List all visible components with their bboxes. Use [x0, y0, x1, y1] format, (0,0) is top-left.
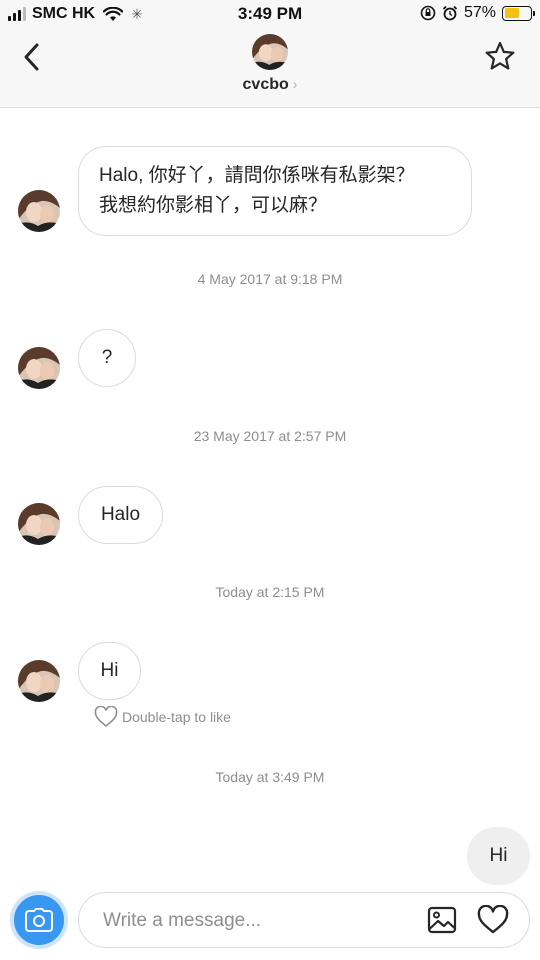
- battery-level: [504, 8, 519, 18]
- username-label[interactable]: cvcbo: [243, 76, 289, 93]
- conversation-header: cvcbo ›: [0, 28, 540, 108]
- star-icon[interactable]: [484, 40, 516, 72]
- profile-photo-icon: [18, 660, 60, 702]
- camera-icon: [25, 908, 53, 932]
- message-composer: [78, 892, 530, 948]
- heart-icon[interactable]: [477, 905, 509, 935]
- message-text: Hi: [100, 660, 119, 681]
- message-timestamp: 23 May 2017 at 2:57 PM: [193, 428, 347, 444]
- message-timestamp: Today at 2:15 PM: [215, 584, 325, 600]
- profile-photo-icon: [252, 34, 288, 70]
- status-right: 57%: [420, 4, 535, 22]
- back-chevron-icon[interactable]: [18, 40, 48, 74]
- sender-avatar[interactable]: [18, 347, 60, 389]
- message-line: Halo, 你好丫，請問你係咪有私影架？: [99, 165, 415, 186]
- camera-button[interactable]: [10, 891, 68, 949]
- alarm-icon: [442, 5, 458, 21]
- double-tap-label: Double-tap to like: [122, 709, 231, 725]
- sender-avatar[interactable]: [18, 503, 60, 545]
- message-bubble-incoming[interactable]: Halo, 你好丫，請問你係咪有私影架？ 我想約你影相丫，可以麻？: [78, 146, 472, 236]
- message-line: 我想約你影相丫，可以麻？: [99, 195, 328, 216]
- message-text: ?: [101, 347, 113, 368]
- message-timestamp: 4 May 2017 at 9:18 PM: [197, 271, 343, 287]
- gallery-icon[interactable]: [427, 905, 457, 935]
- battery-percent: 57%: [463, 4, 496, 21]
- message-timestamp: Today at 3:49 PM: [215, 769, 325, 785]
- sender-avatar[interactable]: [18, 660, 60, 702]
- header-avatar[interactable]: [252, 34, 288, 70]
- message-bubble-outgoing[interactable]: Hi: [467, 827, 530, 885]
- message-input[interactable]: [103, 907, 403, 935]
- message-bubble-incoming[interactable]: ?: [78, 329, 136, 387]
- message-text: Hi: [489, 845, 508, 866]
- heart-outline-icon: [94, 706, 118, 728]
- message-text: Halo: [100, 504, 141, 525]
- sender-avatar[interactable]: [18, 190, 60, 232]
- chevron-right-icon: ›: [292, 76, 298, 92]
- message-bubble-incoming[interactable]: Hi: [78, 642, 141, 700]
- message-bubble-incoming[interactable]: Halo: [78, 486, 163, 544]
- profile-photo-icon: [18, 503, 60, 545]
- profile-photo-icon: [18, 347, 60, 389]
- status-bar: SMC HK ✳ 3:49 PM 57%: [0, 0, 540, 28]
- orientation-lock-icon: [420, 5, 436, 21]
- username-title[interactable]: cvcbo ›: [0, 76, 540, 94]
- battery-icon: [502, 5, 535, 21]
- profile-photo-icon: [18, 190, 60, 232]
- double-tap-like-hint[interactable]: Double-tap to like: [94, 706, 231, 728]
